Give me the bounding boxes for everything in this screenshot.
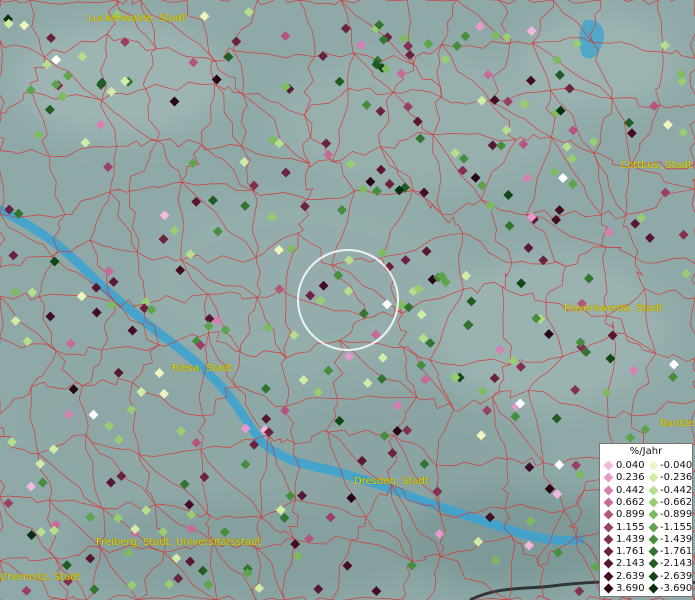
legend-swatch-positive [603, 497, 614, 508]
legend-swatch-negative [648, 522, 659, 532]
legend-row: 0.662 -0.662 [600, 497, 692, 509]
city-label-cottbus: Cottbus, Stadt [620, 160, 692, 171]
city-label-luckenwalde: Luckenwalde, Stadt [88, 13, 186, 24]
legend-label-positive: 1.439 [616, 533, 645, 545]
city-label-freiberg: Freiberg, Stadt, Universitätsstadt [96, 537, 262, 548]
legend-label-positive: 0.899 [616, 509, 645, 521]
legend-label-positive: 2.143 [616, 558, 645, 570]
legend-swatch-positive [603, 509, 614, 520]
legend-swatch-negative [648, 546, 659, 557]
legend-row: 0.442 -0.442 [600, 485, 692, 497]
legend-swatch-negative [648, 485, 659, 496]
legend-row: 0.899 -0.899 [600, 509, 692, 521]
legend-swatch-positive [603, 522, 614, 532]
legend-row: 1.439 -1.439 [600, 534, 692, 546]
legend-label-negative: -0.040 [660, 460, 693, 471]
legend-row: 2.639 -2.639 [600, 571, 692, 583]
legend-label-negative: -1.761 [660, 546, 693, 558]
legend-label-negative: -3.690 [660, 583, 693, 594]
legend-label-negative: -2.143 [660, 558, 693, 570]
legend-label-negative: -1.439 [660, 533, 693, 545]
legend-swatch-positive [603, 583, 614, 594]
legend-label-positive: 0.040 [616, 460, 645, 471]
legend-row: 2.143 -2.143 [600, 558, 692, 570]
legend-label-negative: -0.899 [660, 509, 693, 521]
legend-label-positive: 3.690 [616, 583, 645, 594]
legend-label-negative: -2.639 [660, 570, 693, 582]
map-canvas[interactable] [0, 0, 695, 600]
legend-label-negative: -0.236 [660, 472, 693, 484]
legend-row: 0.236 -0.236 [600, 472, 692, 484]
legend-row: 0.040 -0.040 [600, 460, 692, 472]
legend-row: 3.690 -3.690 [600, 583, 692, 595]
city-label-chemnitz: Chemnitz, Stadt [0, 572, 81, 583]
legend-swatch-negative [648, 509, 659, 520]
legend-swatch-negative [648, 472, 659, 483]
legend-swatch-positive [603, 472, 614, 483]
city-label-hoyerswerda: Hoyerswerda, Stadt [564, 303, 663, 314]
legend-label-positive: 1.155 [616, 521, 645, 533]
legend-swatch-negative [648, 571, 659, 582]
legend-swatch-positive [603, 558, 614, 569]
legend-label-positive: 0.236 [616, 472, 645, 484]
legend-swatch-positive [603, 571, 614, 582]
legend-swatch-negative [648, 460, 659, 471]
legend-title: %/Jahr [629, 446, 663, 457]
legend-swatch-positive [603, 485, 614, 496]
legend-swatch-negative [648, 534, 659, 545]
legend-swatch-negative [648, 583, 659, 594]
legend-label-negative: -1.155 [660, 521, 693, 533]
legend-label-positive: 1.761 [616, 546, 645, 558]
legend-label-positive: 0.442 [616, 484, 645, 496]
legend-label-positive: 0.662 [616, 496, 645, 508]
legend-label-negative: -0.662 [660, 496, 693, 508]
legend-swatch-positive [603, 460, 614, 471]
city-label-riesa: Riesa, Stadt [172, 363, 233, 374]
legend-label-negative: -0.442 [660, 484, 693, 496]
legend-swatch-negative [648, 558, 659, 569]
legend-label-positive: 2.639 [616, 570, 645, 582]
legend-swatch-negative [648, 497, 659, 508]
legend-row: 1.761 -1.761 [600, 546, 692, 558]
legend-swatch-positive [603, 534, 614, 545]
legend-row: 1.155 -1.155 [600, 522, 692, 534]
city-label-bautzen: Bautzen [660, 418, 695, 429]
legend: %/Jahr 0.040 -0.040 0.236 -0.236 0.442 -0.442… [599, 443, 693, 597]
city-label-dresden: Dresden, Stadt [354, 476, 429, 487]
legend-swatch-positive [603, 546, 614, 557]
